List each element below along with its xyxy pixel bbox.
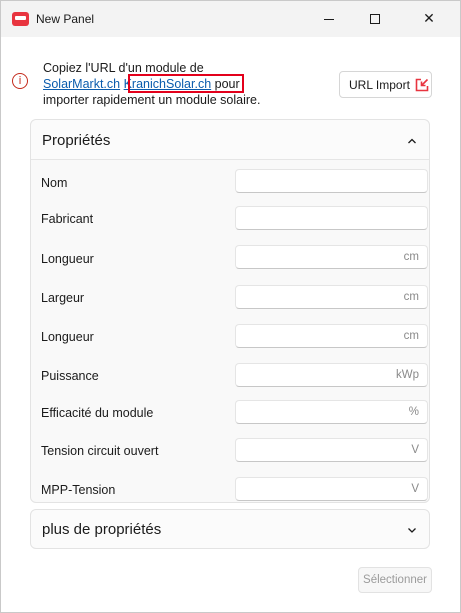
fabricant-input[interactable]	[235, 206, 428, 230]
label-longueur-2: Longueur	[41, 330, 94, 344]
url-import-button[interactable]: URL Import	[339, 71, 432, 98]
chevron-up-icon	[408, 138, 416, 144]
info-icon: i	[12, 73, 28, 89]
solarmarkt-link[interactable]: SolarMarkt.ch	[43, 77, 120, 91]
title-bar: New Panel ✕	[1, 1, 460, 37]
chevron-down-icon	[408, 528, 416, 533]
maximize-button[interactable]	[352, 1, 398, 37]
label-puissance: Puissance	[41, 369, 99, 383]
longueur-input[interactable]: cm	[235, 245, 428, 269]
close-icon: ✕	[423, 11, 435, 27]
info-message: Copiez l'URL d'un module de SolarMarkt.c…	[43, 60, 303, 108]
label-efficacite: Efficacité du module	[41, 406, 154, 420]
label-tension-circuit-ouvert: Tension circuit ouvert	[41, 444, 159, 458]
info-line-2-suffix: pour	[211, 77, 240, 91]
external-import-icon	[415, 78, 429, 92]
label-fabricant: Fabricant	[41, 212, 94, 226]
kranichsolar-link[interactable]: KranichSolar.ch	[124, 77, 212, 91]
app-icon	[12, 12, 29, 26]
more-properties-expander[interactable]: plus de propriétés	[30, 509, 430, 549]
close-button[interactable]: ✕	[406, 1, 452, 37]
window-title: New Panel	[36, 12, 95, 26]
url-import-label: URL Import	[349, 77, 410, 92]
label-largeur: Largeur	[41, 291, 85, 305]
longueur-2-input[interactable]: cm	[235, 324, 428, 348]
largeur-input[interactable]: cm	[235, 285, 428, 309]
new-panel-window: New Panel ✕ i Copiez l'URL d'un module d…	[0, 0, 461, 613]
mpp-tension-input[interactable]: V	[235, 477, 428, 501]
maximize-icon	[370, 14, 380, 24]
label-longueur: Longueur	[41, 252, 94, 266]
more-properties-title: plus de propriétés	[42, 521, 162, 538]
properties-header[interactable]: Propriétés	[31, 120, 429, 160]
info-line-3: importer rapidement un module solaire.	[43, 93, 261, 107]
properties-panel: Propriétés Nom Fabricant Longueur cm Lar…	[30, 119, 430, 503]
tension-circuit-ouvert-input[interactable]: V	[235, 438, 428, 462]
select-button[interactable]: Sélectionner	[358, 567, 432, 593]
info-line-1: Copiez l'URL d'un module de	[43, 61, 204, 75]
info-line-2: SolarMarkt.ch KranichSolar.ch pour	[43, 76, 303, 92]
properties-title: Propriétés	[42, 132, 111, 149]
puissance-input[interactable]: kWp	[235, 363, 428, 387]
minimize-button[interactable]	[306, 1, 352, 37]
minimize-icon	[324, 18, 334, 20]
label-nom: Nom	[41, 176, 68, 190]
efficacite-input[interactable]: %	[235, 400, 428, 424]
label-mpp-tension: MPP-Tension	[41, 483, 116, 497]
nom-input[interactable]	[235, 169, 428, 193]
